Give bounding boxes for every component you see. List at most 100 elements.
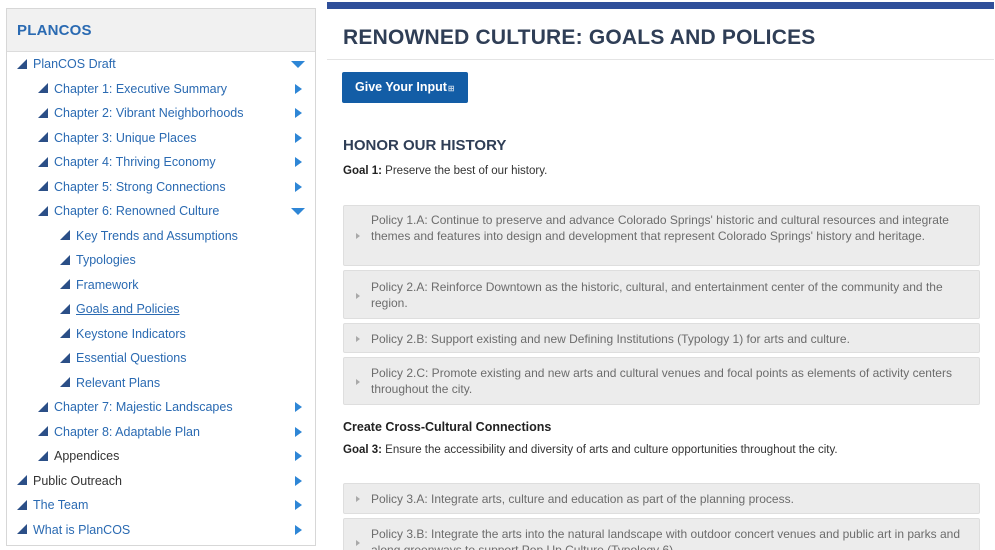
sidebar-item-label: Essential Questions: [76, 351, 187, 365]
tree-node-icon: [17, 475, 27, 486]
sidebar-item[interactable]: Chapter 7: Majestic Landscapes: [7, 395, 315, 420]
tree-node-icon: [38, 156, 48, 167]
sidebar-item-label: Appendices: [54, 449, 120, 463]
tree-node-icon: [60, 254, 70, 265]
sidebar-item-label: Key Trends and Assumptions: [76, 228, 238, 243]
chevron-right-icon[interactable]: [295, 132, 302, 143]
sidebar-title: PLANCOS: [7, 9, 315, 52]
sidebar-item[interactable]: Public Outreach: [7, 469, 315, 494]
tree-node-icon: [38, 132, 48, 143]
sidebar-item[interactable]: Chapter 3: Unique Places: [7, 126, 315, 151]
tree-node-icon: [38, 401, 48, 412]
top-accent-bar: [327, 2, 994, 9]
sidebar-item[interactable]: Key Trends and Assumptions: [7, 224, 315, 249]
policy-item[interactable]: Policy 3.B: Integrate the arts into the …: [343, 518, 980, 550]
caret-right-icon: [356, 336, 360, 342]
goal-1-text: Preserve the best of our history.: [381, 165, 548, 177]
sidebar-nav: PLANCOS PlanCOS Draft Chapter 1: Executiv…: [6, 8, 316, 546]
chevron-right-icon[interactable]: [295, 500, 302, 510]
sidebar-item-label: Chapter 7: Majestic Landscapes: [54, 400, 233, 414]
sidebar-item[interactable]: Goals and Policies: [7, 297, 315, 322]
sidebar-item-label: The Team: [33, 498, 89, 512]
policy-text: Policy 1.A: Continue to preserve and adv…: [371, 213, 949, 243]
sidebar-item-label: Relevant Plans: [76, 375, 161, 390]
tree-node-icon: [60, 230, 70, 241]
give-your-input-label: Give Your Input: [355, 80, 447, 94]
sidebar-item[interactable]: Essential Questions: [7, 346, 315, 371]
sidebar-item[interactable]: PlanCOS Draft: [7, 52, 315, 77]
sidebar-item[interactable]: Appendices: [7, 444, 315, 469]
chevron-right-icon[interactable]: [295, 426, 302, 437]
chevron-down-icon[interactable]: [291, 208, 305, 215]
policy-text: Policy 2.B: Support existing and new Def…: [371, 332, 850, 346]
tree-node-icon: [17, 58, 27, 69]
tree-node-icon: [38, 205, 48, 216]
section-heading: HONOR OUR HISTORY: [343, 137, 507, 154]
policy-item[interactable]: Policy 3.A: Integrate arts, culture and …: [343, 483, 980, 514]
policy-item[interactable]: Policy 1.A: Continue to preserve and adv…: [343, 205, 980, 266]
chevron-right-icon[interactable]: [295, 108, 302, 118]
goal-3: Goal 3: Ensure the accessibility and div…: [343, 444, 838, 456]
policy-text: Policy 2.C: Promote existing and new art…: [371, 366, 952, 396]
tree-node-icon: [38, 83, 48, 94]
caret-right-icon: [356, 379, 360, 385]
page-title: RENOWNED CULTURE: GOALS AND POLICES: [327, 9, 994, 60]
sidebar-item-label: Chapter 8: Adaptable Plan: [54, 424, 200, 439]
chevron-right-icon[interactable]: [295, 83, 302, 94]
policy-item[interactable]: Policy 2.A: Reinforce Downtown as the hi…: [343, 270, 980, 319]
caret-right-icon: [356, 540, 360, 546]
tree-node-icon: [17, 524, 27, 535]
sidebar-item-label: Chapter 4: Thriving Economy: [54, 155, 216, 169]
give-your-input-button[interactable]: Give Your Input⊞: [342, 72, 468, 103]
sidebar-item-label: Typologies: [76, 253, 136, 267]
tree-node-icon: [60, 303, 70, 314]
tree-node-icon: [38, 107, 48, 118]
chevron-right-icon[interactable]: [295, 451, 302, 461]
sidebar-item[interactable]: Chapter 1: Executive Summary: [7, 77, 315, 102]
tree-node-icon: [60, 328, 70, 339]
chevron-right-icon[interactable]: [295, 181, 302, 192]
sidebar-item-label: What is PlanCOS: [33, 522, 131, 537]
sidebar-item[interactable]: The Team: [7, 493, 315, 518]
subheading: Create Cross-Cultural Connections: [343, 420, 552, 434]
sidebar-item[interactable]: What is PlanCOS: [7, 518, 315, 543]
policy-text: Policy 3.A: Integrate arts, culture and …: [371, 492, 794, 506]
tree-node-icon: [38, 450, 48, 461]
caret-right-icon: [356, 293, 360, 299]
sidebar-item[interactable]: Chapter 4: Thriving Economy: [7, 150, 315, 175]
sidebar-item[interactable]: Chapter 2: Vibrant Neighborhoods: [7, 101, 315, 126]
sidebar-item-label: Keystone Indicators: [76, 326, 186, 341]
chevron-right-icon[interactable]: [295, 402, 302, 412]
chevron-down-icon[interactable]: [291, 61, 305, 68]
goal-1: Goal 1: Preserve the best of our history…: [343, 165, 547, 177]
policy-item[interactable]: Policy 2.B: Support existing and new Def…: [343, 323, 980, 353]
chevron-right-icon[interactable]: [295, 524, 302, 535]
sidebar-item[interactable]: Chapter 6: Renowned Culture: [7, 199, 315, 224]
sidebar-item[interactable]: Chapter 8: Adaptable Plan: [7, 420, 315, 445]
caret-right-icon: [356, 496, 360, 502]
tree-node-icon: [17, 499, 27, 510]
sidebar-item[interactable]: Typologies: [7, 248, 315, 273]
policy-text: Policy 2.A: Reinforce Downtown as the hi…: [371, 280, 943, 310]
main-content: RENOWNED CULTURE: GOALS AND POLICES Give…: [327, 2, 994, 550]
sidebar-item-label: Goals and Policies: [76, 302, 180, 316]
caret-right-icon: [356, 233, 360, 239]
sidebar-item[interactable]: Chapter 5: Strong Connections: [7, 175, 315, 200]
chevron-right-icon[interactable]: [295, 475, 302, 486]
goal-1-label: Goal 1:: [343, 165, 382, 177]
sidebar-item[interactable]: Relevant Plans: [7, 371, 315, 396]
tree-node-icon: [60, 352, 70, 363]
sidebar-item-label: Chapter 5: Strong Connections: [54, 179, 226, 194]
sidebar-item[interactable]: Keystone Indicators: [7, 322, 315, 347]
goal-3-label: Goal 3:: [343, 444, 382, 456]
policy-item[interactable]: Policy 2.C: Promote existing and new art…: [343, 357, 980, 405]
tree-node-icon: [60, 279, 70, 290]
policy-text: Policy 3.B: Integrate the arts into the …: [371, 527, 961, 550]
tree-node-icon: [38, 426, 48, 437]
sidebar-item-label: Chapter 3: Unique Places: [54, 130, 197, 145]
sidebar-item[interactable]: Framework: [7, 273, 315, 298]
external-link-icon: ⊞: [447, 84, 455, 93]
nav-tree: PlanCOS Draft Chapter 1: Executive Summar…: [7, 52, 315, 542]
sidebar-item-label: Chapter 1: Executive Summary: [54, 81, 227, 96]
chevron-right-icon[interactable]: [295, 157, 302, 167]
